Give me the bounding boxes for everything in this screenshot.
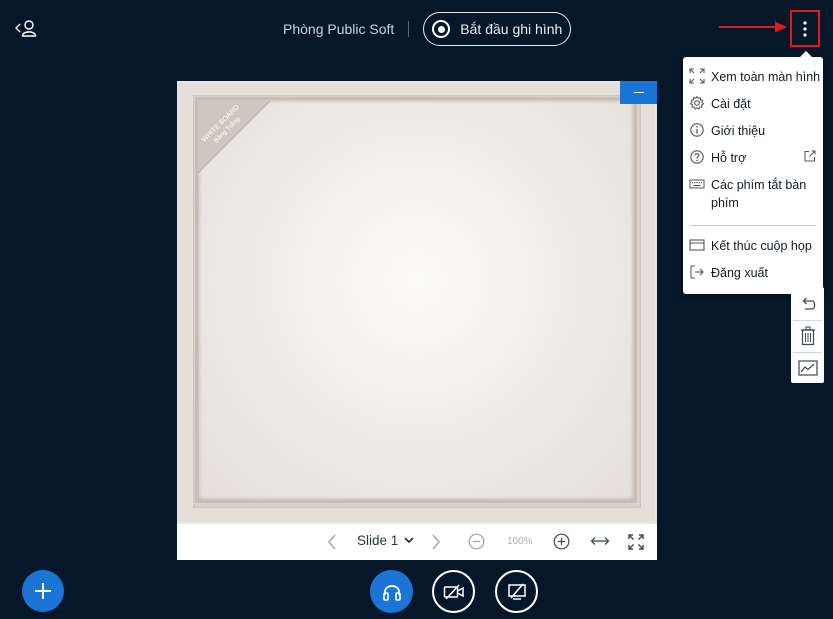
menu-item-fullscreen[interactable]: Xem toàn màn hình bbox=[683, 68, 823, 86]
header-title-group: Phòng Public Soft Bắt đầu ghi hình bbox=[283, 12, 572, 46]
camera-button[interactable] bbox=[432, 570, 475, 613]
user-list-toggle[interactable] bbox=[14, 18, 40, 38]
undo-button[interactable] bbox=[791, 289, 824, 319]
user-list-icon bbox=[15, 20, 37, 37]
more-vertical-icon bbox=[803, 20, 807, 37]
fullscreen-presentation-icon[interactable] bbox=[628, 534, 644, 550]
trash-icon bbox=[800, 326, 815, 346]
start-recording-button[interactable]: Bắt đầu ghi hình bbox=[423, 12, 572, 46]
annotation-arrow bbox=[719, 21, 787, 33]
record-icon bbox=[432, 20, 451, 38]
multi-user-whiteboard-button[interactable] bbox=[791, 353, 824, 383]
record-label: Bắt đầu ghi hình bbox=[460, 21, 563, 37]
audio-button[interactable] bbox=[370, 570, 413, 613]
options-button[interactable] bbox=[790, 10, 820, 47]
previous-slide-icon[interactable] bbox=[327, 534, 337, 550]
end-meeting-icon bbox=[689, 239, 705, 251]
whiteboard-slide[interactable]: WHITE BOARD Bảng Trắng bbox=[177, 81, 657, 524]
zoom-value: 100% bbox=[507, 536, 533, 547]
menu-item-label: Cài đặt bbox=[711, 97, 751, 111]
menu-item-end-meeting[interactable]: Kết thúc cuộp họp bbox=[683, 237, 823, 255]
gear-icon bbox=[689, 95, 705, 110]
menu-item-about[interactable]: Giới thiệu bbox=[683, 122, 823, 140]
chevron-down-icon bbox=[404, 537, 414, 544]
keyboard-icon bbox=[689, 179, 705, 189]
menu-item-label: Kết thúc cuộp họp bbox=[711, 239, 812, 253]
menu-divider bbox=[690, 225, 816, 226]
slide-select[interactable]: Slide 1 bbox=[357, 533, 414, 548]
help-icon bbox=[690, 150, 704, 164]
menu-item-label: Các phím tắt bàn phím bbox=[711, 178, 807, 210]
whiteboard-corner-badge: WHITE BOARD Bảng Trắng bbox=[198, 101, 270, 173]
screenshare-button[interactable] bbox=[495, 570, 538, 613]
menu-item-label: Giới thiệu bbox=[711, 124, 766, 138]
camera-off-icon bbox=[443, 583, 464, 600]
zoom-in-icon[interactable] bbox=[553, 533, 570, 550]
menu-item-label: Đăng xuất bbox=[711, 266, 768, 280]
clear-annotations-button[interactable] bbox=[791, 321, 824, 351]
screenshare-off-icon bbox=[507, 583, 526, 600]
presentation-area: WHITE BOARD Bảng Trắng Slide 1 100% bbox=[177, 81, 657, 560]
plus-icon bbox=[35, 583, 51, 599]
menu-item-settings[interactable]: Cài đặt bbox=[683, 95, 823, 113]
menu-item-keyboard-shortcuts[interactable]: Các phím tắt bàn phím bbox=[683, 176, 823, 212]
fullscreen-icon bbox=[689, 68, 705, 84]
undo-icon bbox=[802, 297, 815, 310]
presentation-toolbar: Slide 1 100% bbox=[177, 524, 657, 560]
headphones-icon bbox=[382, 584, 401, 601]
room-name: Phòng Public Soft bbox=[283, 21, 395, 37]
info-icon bbox=[690, 123, 704, 137]
multi-user-whiteboard-icon bbox=[797, 360, 818, 376]
external-link-icon bbox=[804, 150, 816, 162]
actions-button[interactable] bbox=[22, 570, 64, 612]
menu-item-logout[interactable]: Đăng xuất bbox=[683, 264, 823, 282]
menu-item-label: Xem toàn màn hình bbox=[711, 70, 821, 84]
next-slide-icon[interactable] bbox=[431, 534, 441, 550]
options-menu: Xem toàn màn hình Cài đặt Giới thiệu Hỗ … bbox=[683, 51, 823, 294]
header-divider bbox=[408, 21, 410, 37]
logout-icon bbox=[690, 265, 704, 279]
minimize-presentation-button[interactable] bbox=[620, 81, 657, 104]
whiteboard-tools bbox=[791, 287, 824, 383]
zoom-out-icon[interactable] bbox=[468, 533, 485, 550]
slide-select-label: Slide 1 bbox=[357, 533, 399, 548]
menu-item-help[interactable]: Hỗ trợ bbox=[683, 149, 823, 167]
menu-item-label: Hỗ trợ bbox=[711, 151, 747, 165]
fit-to-width-icon[interactable] bbox=[590, 535, 610, 547]
